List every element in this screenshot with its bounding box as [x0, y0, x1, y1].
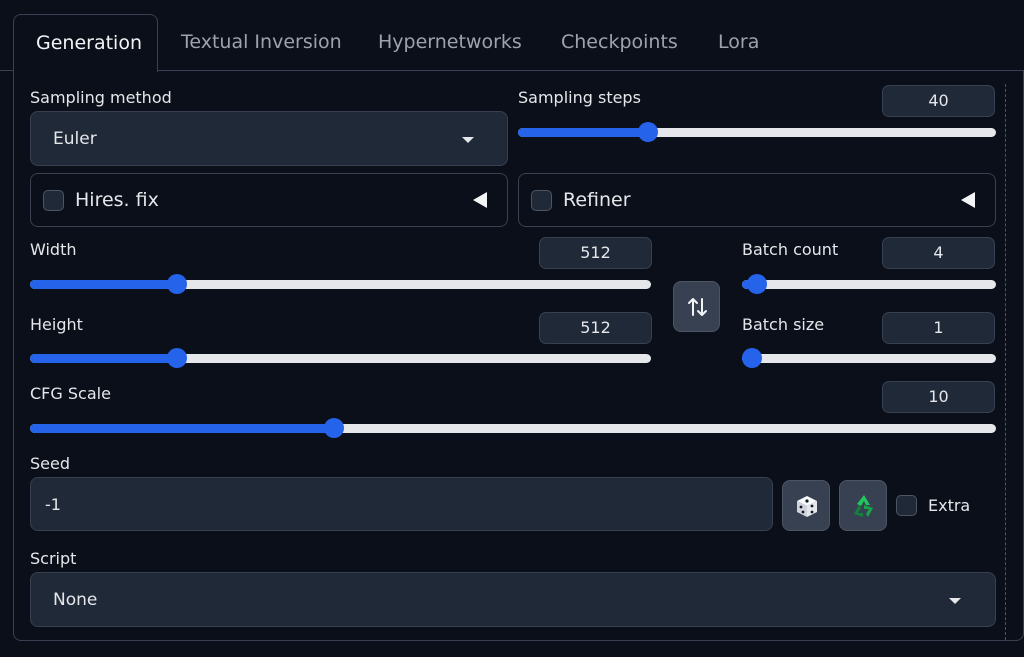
seed-label: Seed [30, 454, 70, 473]
hires-fix-label: Hires. fix [75, 189, 159, 211]
reuse-seed-button[interactable] [839, 480, 887, 531]
recycle-icon [854, 495, 873, 517]
slider-thumb[interactable] [742, 348, 762, 368]
batch-size-slider[interactable] [742, 348, 996, 368]
slider-fill [30, 354, 177, 363]
batch-count-input[interactable]: 4 [882, 237, 995, 269]
tab-textual-inversion[interactable]: Textual Inversion [159, 14, 364, 71]
sampling-method-label: Sampling method [30, 88, 172, 107]
tab-hypernetworks[interactable]: Hypernetworks [356, 14, 544, 71]
hires-fix-checkbox[interactable] [43, 190, 64, 211]
batch-size-label: Batch size [742, 315, 825, 334]
sampling-method-dropdown[interactable]: Euler [30, 111, 508, 166]
slider-fill [30, 424, 334, 433]
cfg-scale-label: CFG Scale [30, 384, 111, 403]
width-label: Width [30, 240, 77, 259]
swap-vertical-icon [688, 298, 707, 316]
panel-resize-divider [1005, 84, 1006, 640]
height-input[interactable]: 512 [539, 312, 652, 344]
sampling-steps-label: Sampling steps [518, 88, 641, 107]
random-seed-button[interactable] [782, 480, 830, 531]
tab-bar: Generation Textual Inversion Hypernetwor… [0, 0, 1024, 72]
slider-thumb[interactable] [167, 274, 187, 294]
slider-thumb[interactable] [638, 122, 658, 142]
dice-icon [797, 496, 817, 517]
slider-thumb[interactable] [747, 274, 767, 294]
chevron-down-icon [462, 137, 474, 143]
slider-fill [518, 128, 648, 137]
height-label: Height [30, 315, 83, 334]
extra-checkbox[interactable] [896, 495, 917, 516]
batch-count-slider[interactable] [742, 274, 996, 294]
batch-size-input[interactable]: 1 [882, 312, 995, 344]
refiner-accordion[interactable]: Refiner [518, 173, 996, 227]
swap-dimensions-button[interactable] [673, 281, 720, 332]
batch-count-label: Batch count [742, 240, 839, 259]
cfg-scale-input[interactable]: 10 [882, 381, 995, 413]
slider-fill [30, 280, 177, 289]
height-slider[interactable] [30, 348, 651, 368]
cfg-scale-slider[interactable] [30, 418, 996, 438]
chevron-down-icon [949, 598, 961, 604]
script-value: None [53, 590, 98, 610]
sampling-steps-input[interactable]: 40 [882, 85, 995, 117]
sampling-steps-slider[interactable] [518, 122, 996, 142]
collapse-arrow-icon[interactable] [961, 192, 975, 208]
width-slider[interactable] [30, 274, 651, 294]
slider-thumb[interactable] [324, 418, 344, 438]
tab-checkpoints[interactable]: Checkpoints [539, 14, 700, 71]
seed-input[interactable]: -1 [30, 477, 773, 531]
width-input[interactable]: 512 [539, 237, 652, 269]
extra-label: Extra [928, 496, 971, 515]
script-dropdown[interactable]: None [30, 572, 996, 627]
script-label: Script [30, 549, 77, 568]
hires-fix-accordion[interactable]: Hires. fix [30, 173, 508, 227]
collapse-arrow-icon[interactable] [473, 192, 487, 208]
slider-thumb[interactable] [167, 348, 187, 368]
refiner-label: Refiner [563, 189, 631, 211]
seed-value: -1 [45, 495, 61, 514]
refiner-checkbox[interactable] [531, 190, 552, 211]
tab-lora[interactable]: Lora [696, 14, 781, 71]
sampling-method-value: Euler [53, 129, 97, 149]
tab-generation[interactable]: Generation [13, 14, 158, 72]
